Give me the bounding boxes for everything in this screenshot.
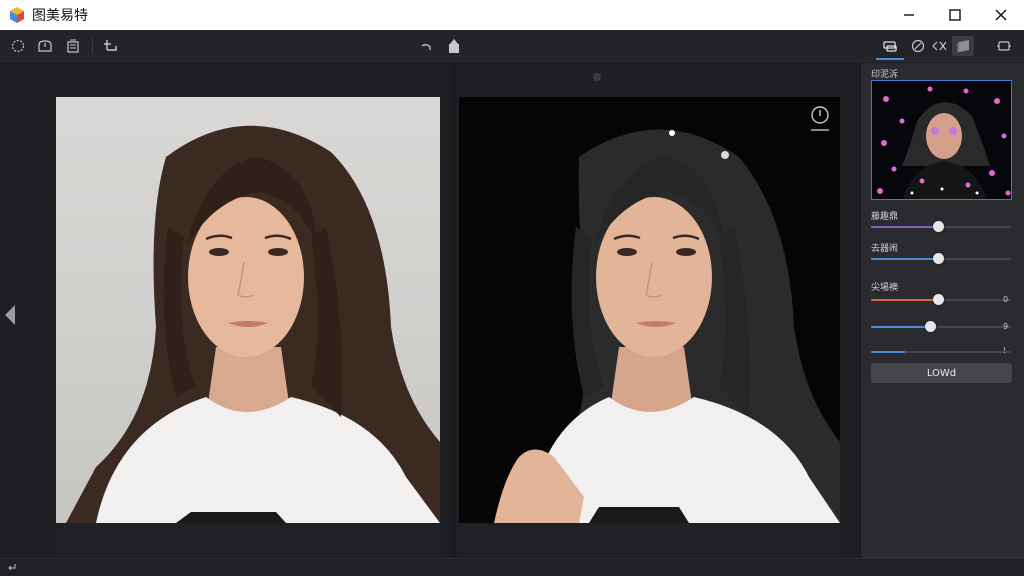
slider-1[interactable] bbox=[871, 221, 1011, 233]
rotate-icon bbox=[997, 41, 1011, 51]
canvas-floor bbox=[56, 525, 440, 557]
zoom-handle-icon[interactable] bbox=[592, 72, 602, 82]
background-tool[interactable] bbox=[952, 36, 974, 56]
brush-icon bbox=[911, 39, 925, 53]
preview-image bbox=[872, 81, 1011, 199]
slider-value-5: ! bbox=[1003, 346, 1007, 355]
brush-tool[interactable] bbox=[908, 36, 928, 56]
shape-tool[interactable] bbox=[35, 36, 55, 56]
export-button[interactable] bbox=[444, 36, 464, 56]
apply-button[interactable]: LOWd bbox=[871, 363, 1012, 383]
title-bar: 图美易特 bbox=[0, 0, 1024, 30]
cutout-mode-tool[interactable] bbox=[880, 36, 900, 56]
adjustment-panel: 印泥泝 藤趣鼎 去器闹 尖場襖 0 9 ! LOWd bbox=[860, 63, 1024, 558]
active-tool-indicator bbox=[876, 58, 904, 60]
slider-label-3: 尖場襖 bbox=[871, 283, 899, 293]
minimize-button[interactable] bbox=[886, 0, 932, 30]
slider-2[interactable] bbox=[871, 253, 1011, 265]
background-icon bbox=[957, 40, 969, 53]
eraser-icon bbox=[932, 41, 947, 51]
canvas-floor-right bbox=[459, 525, 840, 557]
slider-fill bbox=[871, 258, 939, 260]
lasso-tool[interactable] bbox=[8, 36, 28, 56]
return-icon[interactable] bbox=[6, 562, 18, 574]
rotate-tool[interactable] bbox=[994, 36, 1014, 56]
slider-thumb[interactable] bbox=[924, 321, 936, 332]
slider-value-3: 0 bbox=[1003, 295, 1009, 304]
result-image bbox=[459, 97, 840, 523]
triangle-left-icon[interactable] bbox=[4, 304, 16, 326]
undo-button[interactable] bbox=[416, 36, 436, 56]
slider-thumb[interactable] bbox=[933, 294, 945, 305]
crop-plus-icon bbox=[104, 40, 117, 51]
layers-tool[interactable] bbox=[63, 36, 83, 56]
slider-fill bbox=[871, 326, 930, 328]
slider-value-4: 9 bbox=[1003, 322, 1009, 331]
slider-thumb[interactable] bbox=[933, 221, 945, 232]
app-window: 图美易特 印泥泝 藤趣鼎 去器闹 尖場襖 0 9 ! LOWd bbox=[0, 0, 1024, 576]
layers-icon bbox=[67, 39, 79, 53]
close-icon bbox=[995, 9, 1007, 21]
close-button[interactable] bbox=[978, 0, 1024, 30]
original-image bbox=[56, 97, 440, 523]
slider-3[interactable] bbox=[871, 294, 1011, 306]
pane-divider[interactable] bbox=[452, 63, 456, 558]
slider-thumb[interactable] bbox=[933, 253, 945, 264]
original-portrait bbox=[66, 125, 440, 523]
lasso-icon bbox=[11, 39, 25, 53]
export-icon bbox=[449, 39, 459, 53]
maximize-icon bbox=[949, 9, 961, 21]
minimize-icon bbox=[904, 14, 914, 16]
slider-5[interactable] bbox=[871, 346, 1011, 358]
crop-plus-tool[interactable] bbox=[100, 36, 120, 56]
slider-fill bbox=[871, 351, 905, 353]
slider-fill bbox=[871, 299, 939, 301]
eraser-tool[interactable] bbox=[930, 36, 950, 56]
cutout-mode-icon bbox=[883, 41, 897, 52]
app-title: 图美易特 bbox=[32, 8, 88, 24]
toolbar-separator bbox=[92, 38, 93, 54]
preview-label: 印泥泝 bbox=[871, 70, 899, 80]
undo-icon bbox=[421, 44, 431, 50]
slider-fill bbox=[871, 226, 939, 228]
slider-4[interactable] bbox=[871, 321, 1011, 333]
window-controls bbox=[886, 0, 1024, 30]
maximize-button[interactable] bbox=[932, 0, 978, 30]
preview-thumbnail[interactable] bbox=[871, 80, 1012, 200]
app-cube-logo bbox=[10, 7, 24, 23]
status-bar bbox=[0, 558, 1024, 576]
shape-icon bbox=[38, 40, 52, 52]
compare-slider-icon[interactable] bbox=[808, 105, 832, 135]
result-portrait bbox=[494, 129, 840, 523]
toolbar bbox=[0, 30, 1024, 62]
canvas-area[interactable] bbox=[0, 63, 858, 558]
